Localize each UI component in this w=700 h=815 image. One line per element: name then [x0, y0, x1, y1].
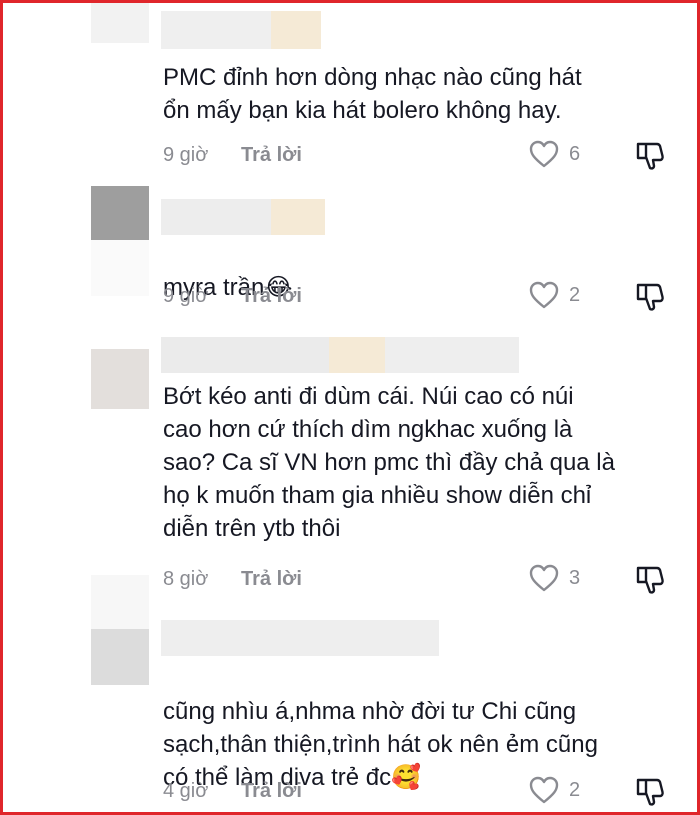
comment-time: 4 giờ: [163, 779, 209, 802]
heart-outline-icon: [529, 776, 559, 804]
avatar[interactable]: [91, 629, 149, 685]
dislike-button[interactable]: [635, 281, 665, 313]
like-count: 2: [569, 283, 581, 306]
screenshot-frame: PMC đỉnh hơn dòng nhạc nào cũng hát ổn m…: [0, 0, 700, 815]
comment-meta: 8 giờ Trả lời: [163, 566, 302, 592]
comment-meta: 9 giờ Trả lời: [163, 283, 302, 309]
username-blurred-accent: [271, 199, 325, 235]
username-blurred-tail: [385, 337, 519, 373]
username-blurred[interactable]: [161, 337, 329, 373]
heart-outline-icon: [529, 564, 559, 592]
like-button[interactable]: 2: [529, 281, 580, 309]
avatar-blur-strip: [91, 575, 149, 629]
avatar[interactable]: [91, 3, 149, 43]
comment-meta: 4 giờ Trả lời: [163, 778, 302, 804]
username-blurred[interactable]: [161, 620, 439, 656]
reply-button[interactable]: Trả lời: [241, 780, 302, 803]
comment-text: Bớt kéo anti đi dùm cái. Núi cao có núi …: [163, 383, 615, 542]
comment-time: 9 giờ: [163, 143, 209, 166]
username-blurred-accent: [271, 11, 321, 49]
like-button[interactable]: 2: [529, 776, 580, 804]
reply-button[interactable]: Trả lời: [241, 285, 302, 308]
dislike-button[interactable]: [635, 564, 665, 596]
dislike-button[interactable]: [635, 140, 665, 172]
comment-meta: 9 giờ Trả lời: [163, 142, 302, 168]
username-blurred-accent: [329, 337, 385, 373]
avatar[interactable]: [91, 186, 149, 240]
like-button[interactable]: 3: [529, 564, 580, 592]
username-blurred[interactable]: [161, 11, 271, 49]
thumbs-down-icon: [636, 283, 664, 311]
heart-outline-icon: [529, 140, 559, 168]
dislike-button[interactable]: [635, 776, 665, 808]
heart-outline-icon: [529, 281, 559, 309]
reply-button[interactable]: Trả lời: [241, 568, 302, 591]
avatar-blur-strip: [91, 240, 149, 296]
username-blurred[interactable]: [161, 199, 271, 235]
avatar[interactable]: [91, 349, 149, 409]
comment-text: PMC đỉnh hơn dòng nhạc nào cũng hát ổn m…: [163, 64, 582, 124]
comment-time: 9 giờ: [163, 284, 209, 307]
comment-time: 8 giờ: [163, 567, 209, 590]
like-button[interactable]: 6: [529, 140, 580, 168]
thumbs-down-icon: [636, 778, 664, 806]
like-count: 3: [569, 566, 581, 589]
reply-button[interactable]: Trả lời: [241, 144, 302, 167]
comment-text: cũng nhìu á,nhma nhờ đời tư Chi cũng sạc…: [163, 662, 598, 794]
smiling-hearts-emoji: 🥰: [391, 763, 421, 791]
thumbs-down-icon: [636, 142, 664, 170]
like-count: 6: [569, 142, 581, 165]
thumbs-down-icon: [636, 566, 664, 594]
like-count: 2: [569, 778, 581, 801]
